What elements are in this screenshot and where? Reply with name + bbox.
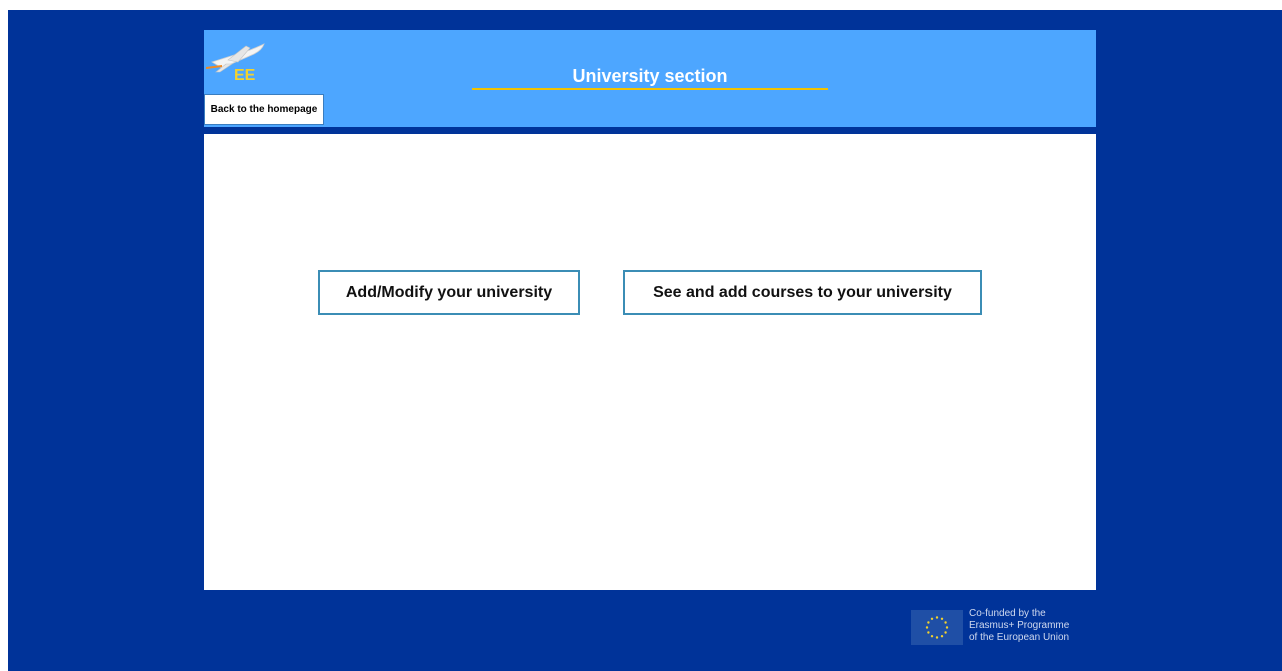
main-content-panel: Add/Modify your university See and add c…	[204, 134, 1096, 590]
back-to-homepage-button[interactable]: Back to the homepage	[204, 94, 324, 125]
eu-cofunded-badge: Co-funded by the Erasmus+ Programme of t…	[911, 608, 1091, 648]
title-underline	[472, 88, 828, 90]
airplane-ee-logo-icon: EE	[206, 43, 265, 84]
eu-cofunded-text: Co-funded by the Erasmus+ Programme of t…	[969, 608, 1069, 644]
see-add-courses-button[interactable]: See and add courses to your university	[623, 270, 982, 315]
eu-text-line: Erasmus+ Programme	[969, 620, 1070, 631]
svg-text:EE: EE	[234, 67, 256, 84]
header-bar: EE Back to the homepage University secti…	[204, 30, 1096, 127]
eu-text-line: of the European Union	[969, 632, 1070, 643]
add-modify-university-button[interactable]: Add/Modify your university	[318, 270, 580, 315]
page-title: University section	[572, 66, 728, 86]
page-background: EE Back to the homepage University secti…	[8, 10, 1282, 671]
eu-flag-icon	[911, 610, 963, 645]
eu-text-line: Co-funded by the	[969, 608, 1046, 619]
